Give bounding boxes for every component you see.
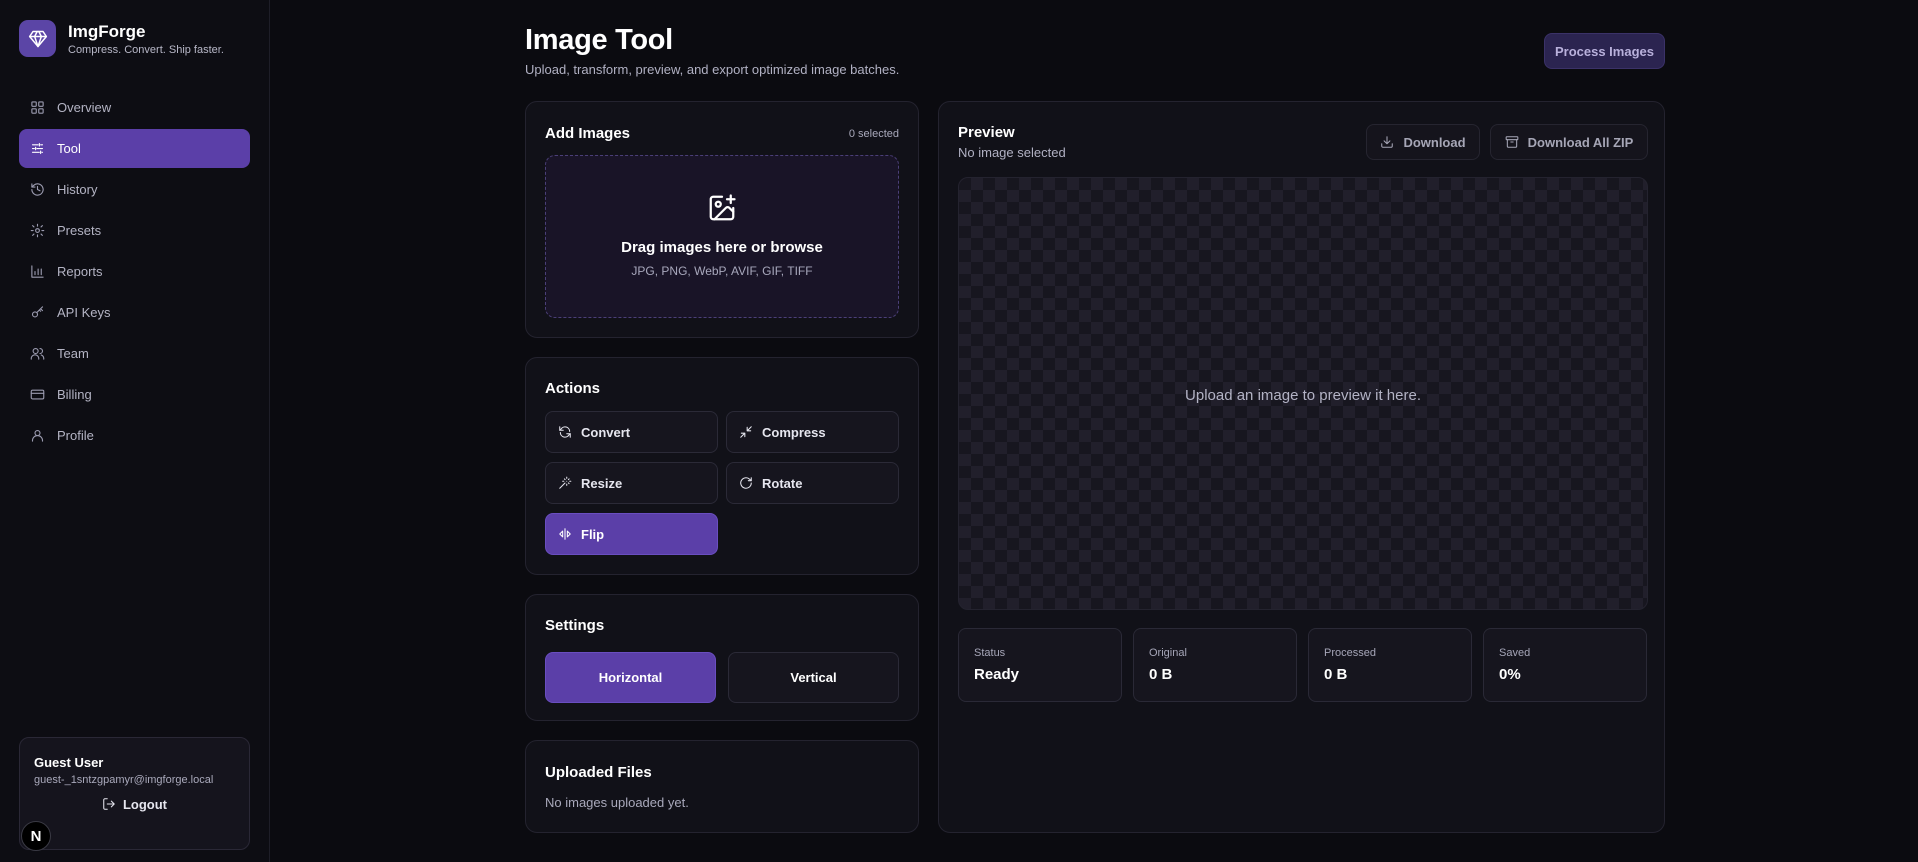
app-tagline: Compress. Convert. Ship faster.: [68, 43, 224, 56]
sidebar-item-label: Presets: [57, 223, 102, 238]
user-name: Guest User: [34, 755, 104, 770]
dropzone-title: Drag images here or browse: [621, 239, 823, 256]
rotate-icon: [740, 477, 752, 489]
logout-label: Logout: [122, 796, 168, 812]
user-card: Guest User guest-_1sntzgpamyr@imgforge.l…: [19, 737, 250, 850]
sidebar-nav: Overview Tool History Presets Reports AP…: [19, 88, 250, 457]
app-name: ImgForge: [68, 21, 146, 41]
resize-button[interactable]: Resize: [545, 462, 718, 504]
refresh-icon: [559, 426, 571, 438]
sidebar-item-team[interactable]: Team: [19, 334, 250, 373]
image-dropzone[interactable]: Drag images here or browse JPG, PNG, Web…: [545, 155, 899, 318]
flip-button[interactable]: Flip: [545, 513, 718, 555]
stat-value: 0 B: [1324, 666, 1348, 683]
stat-label: Processed: [1324, 647, 1376, 659]
preview-canvas: Upload an image to preview it here.: [958, 177, 1648, 610]
sidebar-item-billing[interactable]: Billing: [19, 375, 250, 414]
sidebar: ImgForge Compress. Convert. Ship faster.…: [0, 0, 270, 862]
sidebar-item-reports[interactable]: Reports: [19, 252, 250, 291]
uploaded-files-title: Uploaded Files: [545, 764, 652, 781]
uploaded-empty-text: No images uploaded yet.: [545, 795, 689, 810]
minimize-icon: [740, 426, 752, 438]
diamond-logo-icon: [19, 20, 56, 57]
preview-empty-message: Upload an image to preview it here.: [1185, 387, 1421, 404]
framework-badge[interactable]: N: [21, 821, 51, 851]
brand[interactable]: ImgForge Compress. Convert. Ship faster.: [19, 20, 224, 57]
preview-card: Preview No image selected Download Downl…: [938, 101, 1665, 833]
history-icon: [31, 183, 44, 196]
sidebar-item-label: Reports: [57, 264, 103, 279]
users-icon: [30, 347, 45, 360]
sidebar-item-tool[interactable]: Tool: [19, 129, 250, 168]
compress-label: Compress: [762, 424, 826, 440]
sidebar-item-label: Tool: [57, 141, 81, 156]
flip-icon: [559, 528, 571, 540]
selected-count: 0 selected: [848, 128, 899, 140]
user-email: guest-_1sntzgpamyr@imgforge.local: [34, 774, 214, 786]
settings-card: Settings Horizontal Vertical: [525, 594, 919, 721]
stat-label: Original: [1149, 647, 1187, 659]
sidebar-item-label: Overview: [57, 100, 112, 115]
stat-status: Status Ready: [958, 628, 1122, 702]
download-icon: [1381, 136, 1394, 148]
sidebar-item-label: Team: [57, 346, 89, 361]
sliders-icon: [31, 142, 44, 155]
resize-label: Resize: [581, 475, 623, 491]
grid-icon: [31, 101, 44, 114]
sidebar-item-label: Billing: [57, 387, 92, 402]
process-images-button[interactable]: Process Images: [1544, 33, 1665, 69]
uploaded-files-card: Uploaded Files No images uploaded yet.: [525, 740, 919, 833]
preview-title: Preview: [958, 124, 1015, 141]
download-button[interactable]: Download: [1366, 124, 1480, 160]
sidebar-item-api-keys[interactable]: API Keys: [19, 293, 250, 332]
credit-card-icon: [30, 389, 45, 400]
logout-icon: [103, 798, 115, 810]
preview-subtitle: No image selected: [958, 145, 1066, 160]
image-plus-icon: [709, 194, 736, 221]
actions-title: Actions: [545, 380, 601, 397]
compress-button[interactable]: Compress: [726, 411, 899, 453]
download-all-zip-label: Download All ZIP: [1527, 134, 1634, 150]
sidebar-item-overview[interactable]: Overview: [19, 88, 250, 127]
sidebar-item-history[interactable]: History: [19, 170, 250, 209]
convert-label: Convert: [581, 424, 631, 440]
add-images-card: Add Images 0 selected Drag images here o…: [525, 101, 919, 338]
bar-chart-icon: [31, 265, 44, 278]
page-title: Image Tool: [525, 24, 673, 56]
download-all-zip-button[interactable]: Download All ZIP: [1490, 124, 1648, 160]
key-icon: [31, 306, 44, 318]
stat-original: Original 0 B: [1133, 628, 1297, 702]
convert-button[interactable]: Convert: [545, 411, 718, 453]
settings-title: Settings: [545, 617, 605, 634]
stat-value: Ready: [974, 666, 1020, 683]
flip-label: Flip: [581, 526, 605, 542]
stat-label: Status: [974, 647, 1006, 659]
add-images-title: Add Images: [545, 125, 631, 142]
download-label: Download: [1403, 134, 1466, 150]
dropzone-formats: JPG, PNG, WebP, AVIF, GIF, TIFF: [631, 264, 813, 278]
actions-card: Actions Convert Compress Resize Rotate F…: [525, 357, 919, 575]
user-icon: [31, 429, 44, 442]
page-subtitle: Upload, transform, preview, and export o…: [525, 62, 900, 77]
stat-label: Saved: [1499, 647, 1531, 659]
stat-processed: Processed 0 B: [1308, 628, 1472, 702]
stat-value: 0 B: [1149, 666, 1173, 683]
vertical-option[interactable]: Vertical: [728, 652, 899, 703]
sidebar-item-label: History: [57, 182, 98, 197]
stat-saved: Saved 0%: [1483, 628, 1647, 702]
sidebar-item-label: API Keys: [57, 305, 111, 320]
stat-value: 0%: [1499, 666, 1521, 683]
logout-button[interactable]: Logout: [20, 794, 249, 814]
rotate-label: Rotate: [762, 475, 803, 491]
sidebar-item-profile[interactable]: Profile: [19, 416, 250, 455]
gear-icon: [30, 223, 45, 238]
sidebar-item-label: Profile: [57, 428, 94, 443]
sidebar-item-presets[interactable]: Presets: [19, 211, 250, 250]
archive-icon: [1505, 136, 1519, 148]
wand-icon: [559, 476, 572, 489]
rotate-button[interactable]: Rotate: [726, 462, 899, 504]
horizontal-option[interactable]: Horizontal: [545, 652, 716, 703]
